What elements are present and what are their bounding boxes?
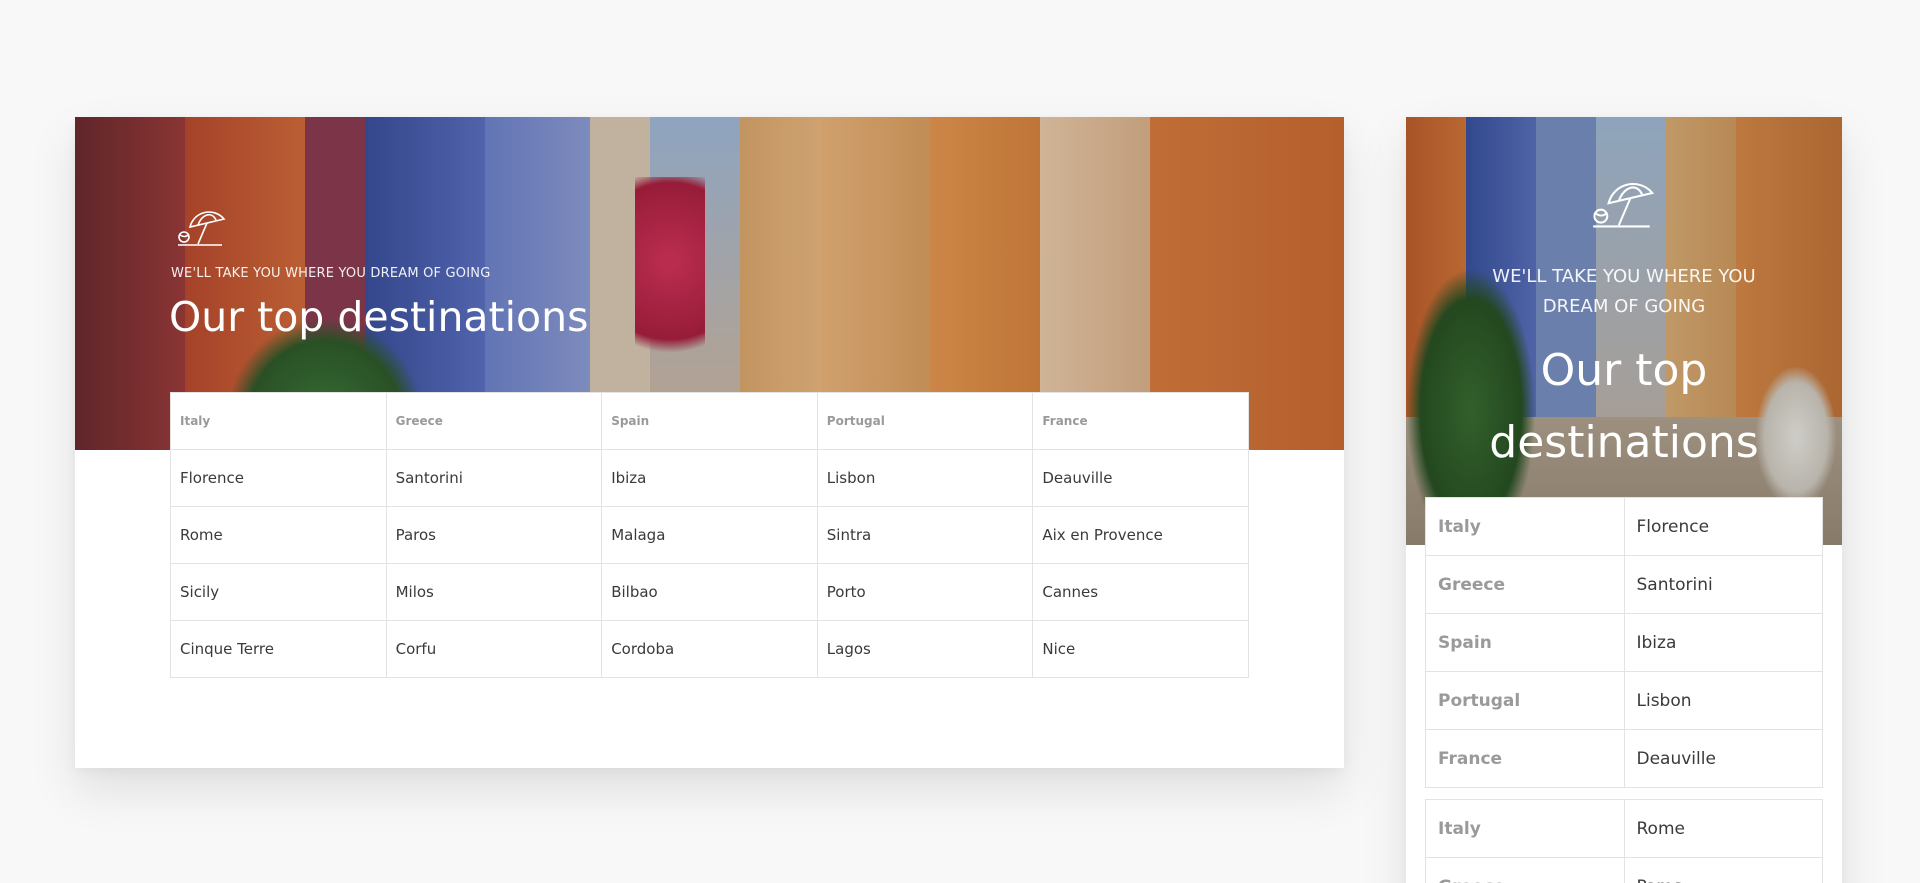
table-row: Greece Santorini [1425, 555, 1823, 614]
table-cell: Sintra [816, 506, 1034, 564]
country-cell: Spain [1425, 613, 1625, 672]
table-cell: Rome [170, 506, 387, 564]
country-cell: Greece [1425, 857, 1625, 883]
column-header-portugal: Portugal [816, 392, 1034, 450]
table-row: Cinque Terre Corfu Cordoba Lagos Nice [170, 620, 1249, 678]
table-row: Florence Santorini Ibiza Lisbon Deauvill… [170, 449, 1249, 507]
desktop-card: WE'LL TAKE YOU WHERE YOU DREAM OF GOING … [75, 117, 1344, 768]
table-cell: Cinque Terre [170, 620, 387, 678]
table-cell: Ibiza [601, 449, 818, 507]
table-cell: Florence [170, 449, 387, 507]
table-row: Sicily Milos Bilbao Porto Cannes [170, 563, 1249, 621]
table-cell: Aix en Provence [1032, 506, 1249, 564]
table-cell: Porto [816, 563, 1034, 621]
country-cell: Portugal [1425, 671, 1625, 730]
city-cell: Santorini [1623, 555, 1823, 614]
city-cell: Lisbon [1623, 671, 1823, 730]
table-cell: Milos [385, 563, 603, 621]
table-row: Italy Florence [1425, 497, 1823, 556]
city-cell: Deauville [1623, 729, 1823, 788]
hero-kicker-line-1: WE'LL TAKE YOU WHERE YOU [1492, 266, 1756, 287]
hero-kicker-line-2: DREAM OF GOING [1542, 296, 1706, 317]
column-header-greece: Greece [385, 392, 603, 450]
country-cell: Greece [1425, 555, 1625, 614]
destinations-table-mobile: Italy Florence Greece Santorini Spain Ib… [1425, 497, 1823, 883]
table-cell: Nice [1032, 620, 1249, 678]
table-cell: Corfu [385, 620, 603, 678]
mobile-card: WE'LL TAKE YOU WHERE YOU DREAM OF GOING … [1406, 117, 1842, 883]
column-header-spain: Spain [601, 392, 818, 450]
column-header-france: France [1032, 392, 1249, 450]
table-cell: Deauville [1032, 449, 1249, 507]
city-cell: Rome [1623, 799, 1823, 858]
page-title: Our top destinations [1406, 335, 1842, 479]
city-cell: Ibiza [1623, 613, 1823, 672]
table-row: Portugal Lisbon [1425, 671, 1823, 730]
hero-kicker: WE'LL TAKE YOU WHERE YOU DREAM OF GOING [1406, 262, 1842, 322]
group-spacer [1425, 787, 1823, 800]
table-row: France Deauville [1425, 729, 1823, 788]
table-row: Greece Paros [1425, 857, 1823, 883]
table-header-row: Italy Greece Spain Portugal France [170, 392, 1249, 450]
table-cell: Lisbon [816, 449, 1034, 507]
table-cell: Cannes [1032, 563, 1249, 621]
table-cell: Cordoba [601, 620, 818, 678]
country-cell: Italy [1425, 799, 1625, 858]
mobile-hero-banner: WE'LL TAKE YOU WHERE YOU DREAM OF GOING … [1406, 117, 1842, 545]
table-cell: Malaga [601, 506, 818, 564]
beach-umbrella-icon [1593, 183, 1655, 228]
destinations-table: Italy Greece Spain Portugal France Flore… [170, 392, 1249, 678]
hero-kicker: WE'LL TAKE YOU WHERE YOU DREAM OF GOING [171, 266, 491, 281]
table-cell: Bilbao [601, 563, 818, 621]
beach-umbrella-icon [178, 211, 226, 246]
table-cell: Santorini [385, 449, 603, 507]
city-cell: Florence [1623, 497, 1823, 556]
country-cell: France [1425, 729, 1625, 788]
table-cell: Lagos [816, 620, 1034, 678]
table-row: Rome Paros Malaga Sintra Aix en Provence [170, 506, 1249, 564]
column-header-italy: Italy [170, 392, 387, 450]
page-title-line-2: destinations [1489, 417, 1759, 468]
table-cell: Paros [385, 506, 603, 564]
page-title: Our top destinations [169, 293, 589, 341]
table-row: Spain Ibiza [1425, 613, 1823, 672]
country-cell: Italy [1425, 497, 1625, 556]
city-cell: Paros [1623, 857, 1823, 883]
table-cell: Sicily [170, 563, 387, 621]
page-title-line-1: Our top [1540, 345, 1708, 396]
table-row: Italy Rome [1425, 799, 1823, 858]
